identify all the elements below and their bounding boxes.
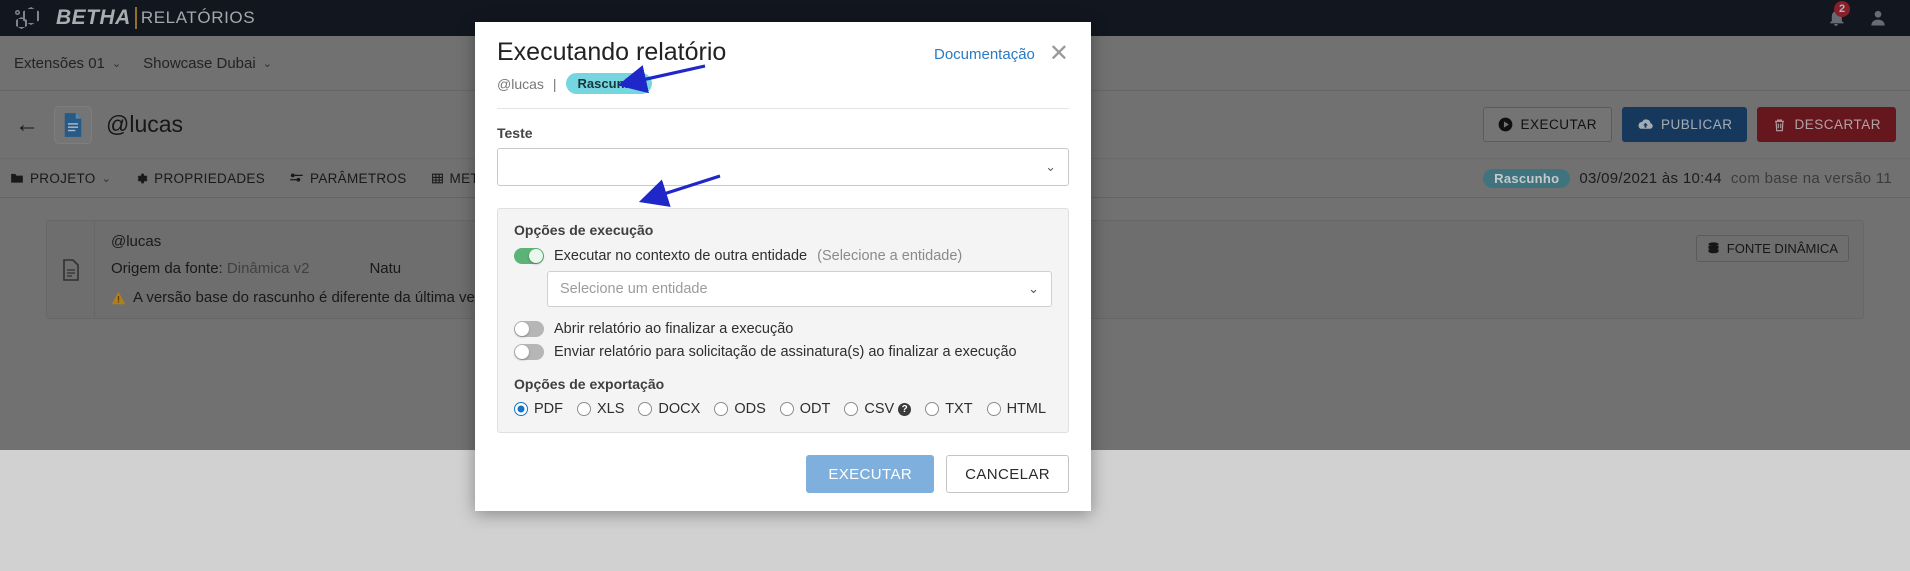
radio-option-odt[interactable]: ODT xyxy=(779,401,831,417)
execute-report-modal: Executando relatório @lucas | Rascunho D… xyxy=(475,22,1091,511)
radio-label: CSV xyxy=(864,401,895,417)
radio-indicator[interactable] xyxy=(779,402,794,416)
radio-option-docx[interactable]: DOCX xyxy=(638,401,700,417)
modal-execute-button[interactable]: EXECUTAR xyxy=(806,455,935,493)
radio-label: XLS xyxy=(597,401,625,417)
send-signature-toggle-row[interactable]: Enviar relatório para solicitação de ass… xyxy=(514,344,1052,360)
modal-subtitle-separator: | xyxy=(552,75,557,92)
execution-options-panel: Opções de execução Executar no contexto … xyxy=(497,208,1069,433)
context-entity-toggle-row[interactable]: Executar no contexto de outra entidade (… xyxy=(514,248,1052,264)
send-signature-label: Enviar relatório para solicitação de ass… xyxy=(554,344,1017,360)
radio-option-xls[interactable]: XLS xyxy=(577,401,624,417)
radio-indicator[interactable] xyxy=(986,402,1001,416)
execution-options-title: Opções de execução xyxy=(514,222,654,238)
documentation-link[interactable]: Documentação xyxy=(934,46,1035,63)
modal-header-divider xyxy=(497,108,1069,109)
context-entity-hint: (Selecione a entidade) xyxy=(817,248,963,264)
radio-indicator[interactable] xyxy=(638,402,653,416)
radio-option-csv[interactable]: CSV ? xyxy=(844,401,912,417)
modal-status-badge: Rascunho xyxy=(565,73,653,94)
radio-indicator[interactable] xyxy=(925,402,940,416)
modal-footer: EXECUTAR CANCELAR xyxy=(475,441,1091,511)
context-entity-label: Executar no contexto de outra entidade xyxy=(554,248,808,264)
modal-subtitle: @lucas | Rascunho xyxy=(497,73,1069,94)
radio-option-txt[interactable]: TXT xyxy=(925,401,973,417)
modal-header: Executando relatório @lucas | Rascunho D… xyxy=(475,22,1091,109)
teste-field-label: Teste xyxy=(497,125,533,141)
radio-label: HTML xyxy=(1006,401,1047,417)
open-report-toggle[interactable] xyxy=(514,321,544,337)
modal-cancel-button[interactable]: CANCELAR xyxy=(946,455,1069,493)
modal-header-actions: Documentação ✕ xyxy=(934,42,1069,66)
radio-indicator[interactable] xyxy=(714,402,729,416)
context-entity-toggle[interactable] xyxy=(514,248,544,264)
radio-indicator[interactable] xyxy=(577,402,591,416)
csv-help-icon[interactable]: ? xyxy=(898,402,912,416)
send-signature-toggle[interactable] xyxy=(514,344,544,360)
radio-label: PDF xyxy=(534,401,563,417)
radio-option-pdf[interactable]: PDF xyxy=(514,401,563,417)
close-icon[interactable]: ✕ xyxy=(1049,42,1069,66)
open-report-toggle-row[interactable]: Abrir relatório ao finalizar a execução xyxy=(514,321,1052,337)
modal-body: Teste ⌄ Opções de execução Executar no c… xyxy=(475,109,1091,441)
radio-label: TXT xyxy=(945,401,973,417)
radio-indicator[interactable] xyxy=(514,402,528,416)
chevron-down-icon: ⌄ xyxy=(1045,159,1056,174)
entity-select[interactable]: Selecione um entidade ⌄ xyxy=(547,271,1052,307)
chevron-down-icon: ⌄ xyxy=(1028,281,1039,296)
radio-option-html[interactable]: HTML xyxy=(986,401,1047,417)
export-format-radio-group: PDF XLS DOCX ODS ODT CSV ? TXT HTML xyxy=(514,401,1052,417)
radio-label: DOCX xyxy=(658,401,701,417)
radio-option-ods[interactable]: ODS xyxy=(714,401,766,417)
open-report-label: Abrir relatório ao finalizar a execução xyxy=(554,321,794,337)
modal-owner: @lucas xyxy=(497,75,544,92)
entity-select-placeholder: Selecione um entidade xyxy=(560,281,708,297)
radio-label: ODS xyxy=(734,401,766,417)
export-options-title: Opções de exportação xyxy=(514,376,665,392)
radio-indicator[interactable] xyxy=(844,402,859,416)
radio-label: ODT xyxy=(799,401,831,417)
teste-select[interactable]: ⌄ xyxy=(497,148,1069,186)
